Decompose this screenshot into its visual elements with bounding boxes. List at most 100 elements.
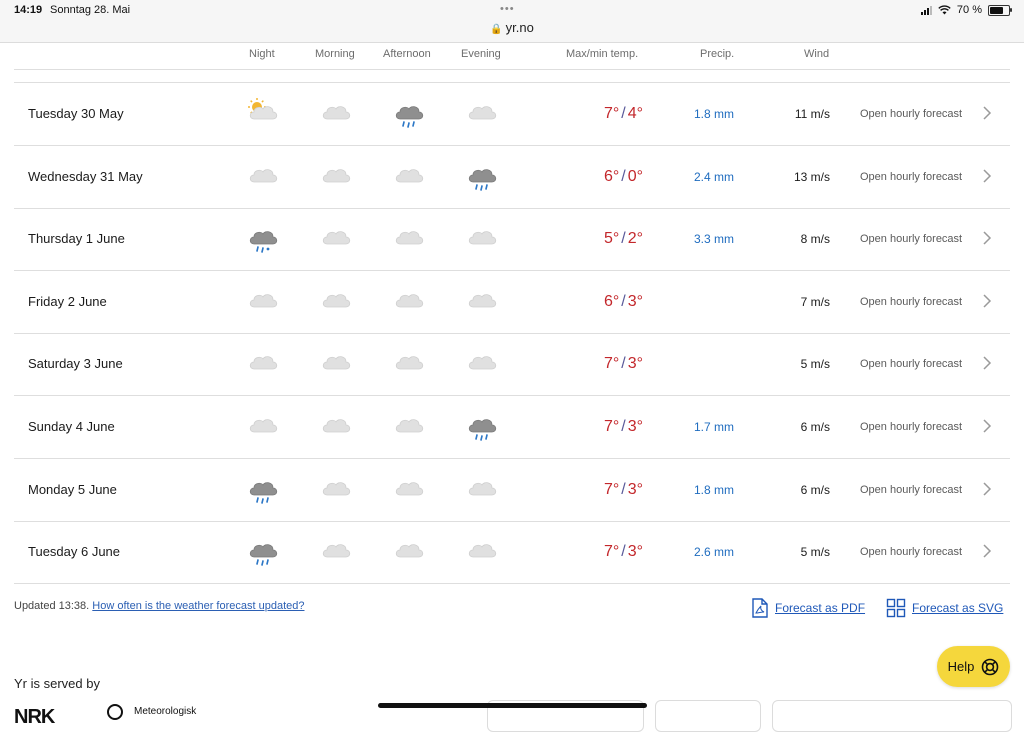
cloudy-icon (320, 347, 354, 379)
met-logo-label[interactable]: Meteorologisk (134, 706, 196, 717)
bottom-card-3[interactable] (772, 700, 1012, 732)
rain-icon (247, 473, 281, 505)
temperature: 7°/4° (604, 105, 643, 123)
forecast-row[interactable]: Thursday 1 June 5°/2° 3.3 mm 8 m/s Open hour… (14, 208, 1010, 272)
day-label: Friday 2 June (28, 293, 107, 309)
open-hourly-forecast-link[interactable]: Open hourly forecast (860, 108, 962, 120)
address-bar[interactable]: 🔒 yr.no (0, 20, 1024, 35)
rain-icon (393, 97, 427, 129)
wind-speed: 6 m/s (800, 420, 830, 434)
cloudy-icon (320, 160, 354, 192)
temperature: 6°/0° (604, 168, 643, 186)
cloudy-icon (393, 473, 427, 505)
precipitation: 2.4 mm (693, 169, 734, 184)
temp-separator: / (621, 292, 626, 310)
forecast-pdf-label: Forecast as PDF (775, 601, 866, 615)
temperature: 7°/3° (604, 355, 643, 373)
cloudy-icon (393, 160, 427, 192)
rain-icon (247, 535, 281, 567)
battery-icon (988, 4, 1012, 16)
open-hourly-forecast-link[interactable]: Open hourly forecast (860, 171, 962, 183)
cloudy-icon (247, 285, 281, 317)
chevron-right-icon (983, 482, 992, 496)
open-hourly-forecast-link[interactable]: Open hourly forecast (860, 233, 962, 245)
max-temp: 7° (603, 480, 620, 498)
cloudy-icon (466, 473, 500, 505)
wifi-icon (938, 5, 951, 15)
min-temp: 2° (627, 230, 643, 248)
nrk-logo[interactable]: NRK (14, 706, 55, 729)
precipitation: 2.6 mm (693, 545, 734, 560)
wind-speed: 11 m/s (794, 107, 830, 121)
battery-percent: 70 % (956, 4, 982, 16)
cloudy-icon (247, 347, 281, 379)
header-divider (14, 69, 1010, 70)
chevron-right-icon (983, 106, 992, 120)
temperature: 7°/3° (604, 543, 643, 561)
forecast-svg-link[interactable]: Forecast as SVG (886, 598, 1003, 618)
signal-icon (920, 5, 932, 15)
forecast-row[interactable]: Tuesday 30 May 7°/4° 1.8 mm 11 m/s Open hour… (14, 83, 1010, 146)
forecast-svg-label: Forecast as SVG (912, 601, 1004, 615)
precipitation: 1.8 mm (693, 107, 734, 121)
browser-status-bar: 14:19 Sonntag 28. Mai ••• 🔒 yr.no 70 % (0, 0, 1024, 43)
status-indicators: 70 % (920, 4, 1012, 16)
wind-speed: 5 m/s (800, 357, 830, 372)
chevron-right-icon (983, 356, 992, 370)
min-temp: 3° (627, 480, 643, 498)
forecast-pdf-link[interactable]: Forecast as PDF (751, 598, 865, 618)
wind-speed: 13 m/s (793, 169, 830, 184)
cloudy-icon (466, 222, 500, 254)
cloudy-icon (466, 97, 500, 129)
forecast-row[interactable]: Tuesday 6 June 7°/3° 2.6 mm 5 m/s Open hourl… (14, 521, 1010, 585)
forecast-row[interactable]: Saturday 3 June 7°/3° 5 m/s Open hourly for… (14, 333, 1010, 397)
bottom-card-2[interactable] (655, 700, 761, 732)
chevron-right-icon (983, 544, 992, 558)
help-button[interactable]: Help (937, 646, 1010, 687)
cloudy-icon (393, 347, 427, 379)
more-dots-icon[interactable]: ••• (500, 3, 515, 15)
temperature: 6°/3° (604, 293, 643, 311)
day-label: Thursday 1 June (28, 231, 125, 247)
forecast-row[interactable]: Friday 2 June 6°/3° 7 m/s Open hourly forec… (14, 271, 1010, 334)
open-hourly-forecast-link[interactable]: Open hourly forecast (860, 358, 962, 370)
col-wind: Wind (804, 48, 830, 60)
col-night: Night (249, 48, 275, 60)
partly-cloudy-night-icon (247, 97, 281, 129)
cloudy-icon (320, 473, 354, 505)
forecast-row[interactable]: Wednesday 31 May 6°/0° 2.4 mm 13 m/s Open ho… (14, 146, 1010, 209)
cloudy-icon (320, 285, 354, 317)
chevron-right-icon (983, 231, 992, 245)
sleet-icon (247, 222, 281, 254)
temp-separator: / (621, 167, 626, 185)
forecast-row[interactable]: Sunday 4 June 7°/3° 1.7 mm 6 m/s Open hourly… (14, 396, 1010, 459)
min-temp: 0° (627, 167, 643, 185)
url-text: yr.no (505, 20, 534, 35)
cloudy-icon (393, 535, 427, 567)
day-label: Tuesday 6 June (28, 544, 121, 560)
precipitation: 1.7 mm (693, 420, 734, 434)
max-temp: 7° (603, 355, 620, 373)
temp-separator: / (621, 230, 626, 248)
status-date: Sonntag 28. Mai (50, 4, 131, 16)
open-hourly-forecast-link[interactable]: Open hourly forecast (860, 546, 962, 558)
chevron-right-icon (983, 419, 992, 433)
open-hourly-forecast-link[interactable]: Open hourly forecast (860, 296, 962, 308)
max-temp: 7° (603, 543, 620, 561)
temp-separator: / (621, 480, 626, 498)
col-precip: Precip. (700, 48, 735, 60)
help-label: Help (947, 659, 975, 674)
open-hourly-forecast-link[interactable]: Open hourly forecast (860, 484, 962, 496)
cloudy-icon (247, 410, 281, 442)
update-frequency-link[interactable]: How often is the weather forecast update… (92, 600, 304, 612)
cloudy-icon (320, 410, 354, 442)
temp-separator: / (621, 543, 626, 561)
cloudy-icon (393, 222, 427, 254)
open-hourly-forecast-link[interactable]: Open hourly forecast (860, 421, 962, 433)
precipitation: 1.8 mm (693, 482, 734, 497)
cloudy-icon (247, 160, 281, 192)
temp-separator: / (621, 418, 626, 435)
col-temp: Max/min temp. (566, 48, 639, 60)
forecast-row[interactable]: Monday 5 June 7°/3° 1.8 mm 6 m/s Open hourly… (14, 459, 1010, 522)
rain-icon (466, 410, 500, 442)
